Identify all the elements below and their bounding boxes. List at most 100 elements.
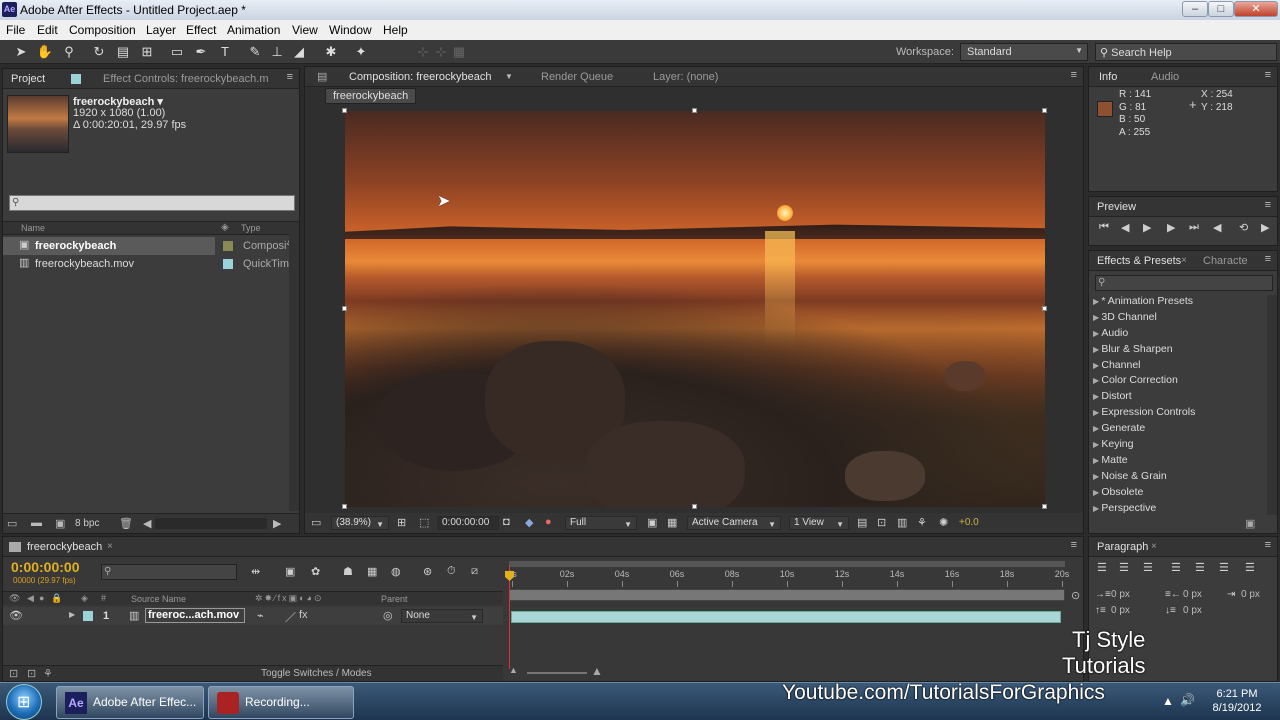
- effect-switch-icon[interactable]: fx: [299, 609, 308, 621]
- play-icon[interactable]: ▶: [1143, 221, 1151, 234]
- workspace-select[interactable]: Standard ▼: [960, 43, 1088, 61]
- view-layout-dropdown[interactable]: 1 View ▼: [789, 516, 849, 530]
- new-composition-icon[interactable]: ▣: [55, 517, 65, 530]
- scroll-right-icon[interactable]: ▶: [273, 517, 281, 530]
- panel-menu-icon[interactable]: ≡: [1265, 253, 1271, 265]
- align-left-icon[interactable]: ☰: [1097, 561, 1107, 574]
- menu-layer[interactable]: Layer: [146, 23, 176, 37]
- camera-dropdown[interactable]: Active Camera ▼: [687, 516, 781, 530]
- current-time-display[interactable]: 0:00:00:00: [437, 516, 499, 530]
- scroll-left-icon[interactable]: ◀: [143, 517, 151, 530]
- zoom-slider[interactable]: ▲ ▲: [509, 664, 609, 679]
- panel-menu-icon[interactable]: ≡: [287, 71, 293, 83]
- effect-category-item[interactable]: ▶ * Animation Presets: [1093, 295, 1265, 311]
- panel-menu-icon[interactable]: ≡: [1265, 199, 1271, 211]
- draft-3d-icon[interactable]: ✿: [311, 565, 320, 578]
- tab-project[interactable]: Project: [11, 73, 45, 85]
- tab-render-queue[interactable]: Render Queue: [541, 71, 613, 83]
- tab-preview[interactable]: Preview: [1097, 201, 1136, 213]
- menu-edit[interactable]: Edit: [37, 23, 58, 37]
- effect-category-item[interactable]: ▶ Color Correction: [1093, 374, 1265, 390]
- timeline-current-time[interactable]: 0:00:00:00: [11, 559, 80, 575]
- tab-paragraph[interactable]: Paragraph: [1097, 541, 1148, 553]
- effect-category-item[interactable]: ▶ Obsolete: [1093, 486, 1265, 502]
- camera-snapshot-icon[interactable]: ◘: [503, 516, 510, 528]
- pan-behind-tool-icon[interactable]: ⊞: [138, 43, 156, 61]
- effect-category-item[interactable]: ▶ Distort: [1093, 390, 1265, 406]
- quality-switch-icon[interactable]: ／: [285, 609, 296, 625]
- timeline-search-input[interactable]: ⚲: [101, 564, 237, 580]
- motion-blur-icon[interactable]: ◍: [391, 565, 401, 578]
- comp-button-icon[interactable]: ⊙: [1071, 589, 1080, 602]
- resolution-dropdown[interactable]: Full ▼: [565, 516, 637, 530]
- live-update-icon[interactable]: ▣: [285, 565, 295, 578]
- justify-all-icon[interactable]: ☰: [1245, 561, 1255, 574]
- selection-tool-icon[interactable]: ➤: [12, 43, 30, 61]
- menu-composition[interactable]: Composition: [69, 23, 136, 37]
- horizontal-scrollbar[interactable]: [155, 518, 267, 529]
- menu-help[interactable]: Help: [383, 23, 408, 37]
- previous-frame-icon[interactable]: ◀: [1121, 221, 1129, 234]
- axis-world-icon[interactable]: ⊹: [432, 43, 450, 61]
- puppet-pin-tool-icon[interactable]: ✦: [352, 43, 370, 61]
- axis-view-icon[interactable]: ▦: [450, 43, 468, 61]
- tab-effects-presets[interactable]: Effects & Presets: [1097, 255, 1181, 267]
- menu-file[interactable]: File: [6, 23, 25, 37]
- composition-viewer-image[interactable]: [345, 111, 1045, 507]
- project-search-input[interactable]: ⚲: [9, 195, 295, 211]
- shy-switch-icon[interactable]: ⌁: [257, 609, 264, 622]
- label-color-swatch[interactable]: [83, 611, 93, 621]
- audio-icon[interactable]: ◀: [1213, 221, 1221, 234]
- close-window-button[interactable]: ✕: [1234, 1, 1278, 17]
- close-tab-icon[interactable]: ×: [1181, 255, 1187, 266]
- reset-exposure-icon[interactable]: ✺: [939, 516, 948, 529]
- bit-depth-button[interactable]: 8 bpc: [75, 518, 99, 529]
- eraser-tool-icon[interactable]: ◢: [290, 43, 308, 61]
- expand-panes-icon[interactable]: ⊡: [9, 667, 18, 680]
- source-name-column[interactable]: Source Name: [131, 594, 186, 604]
- pick-whip-icon[interactable]: ◎: [383, 609, 393, 622]
- label-color-swatch[interactable]: [223, 241, 233, 251]
- toggle-pixel-aspect-icon[interactable]: ▤: [857, 516, 867, 529]
- justify-last-right-icon[interactable]: ☰: [1219, 561, 1229, 574]
- transform-handle[interactable]: [342, 306, 347, 311]
- system-clock[interactable]: 6:21 PM 8/19/2012: [1204, 687, 1270, 715]
- exposure-value[interactable]: +0.0: [959, 517, 979, 528]
- effect-category-item[interactable]: ▶ Expression Controls: [1093, 406, 1265, 422]
- project-item-row[interactable]: ▣ freerockybeach: [3, 237, 215, 255]
- effect-category-item[interactable]: ▶ Noise & Grain: [1093, 470, 1265, 486]
- loop-icon[interactable]: ⟲: [1239, 221, 1248, 234]
- transparency-grid-icon[interactable]: ▦: [667, 516, 677, 529]
- expand-switches-icon[interactable]: ⊡: [27, 667, 36, 680]
- eye-icon[interactable]: 👁: [9, 609, 23, 622]
- pen-tool-icon[interactable]: ✒: [192, 43, 210, 61]
- tab-character[interactable]: Characte: [1203, 255, 1248, 267]
- layer-duration-bar[interactable]: [511, 611, 1061, 623]
- region-of-interest-icon[interactable]: ▣: [647, 516, 657, 529]
- safe-margins-icon[interactable]: ⊞: [397, 516, 406, 529]
- close-tab-icon[interactable]: ×: [107, 541, 113, 552]
- always-preview-icon[interactable]: ▭: [311, 516, 321, 529]
- roto-brush-tool-icon[interactable]: ✱: [322, 43, 340, 61]
- justify-last-left-icon[interactable]: ☰: [1171, 561, 1181, 574]
- indent-right-value[interactable]: 0 px: [1183, 589, 1202, 600]
- taskbar-recording[interactable]: Recording...: [208, 686, 354, 719]
- timeline-layer-row[interactable]: 👁 ▶ 1 ▥ freeroc...ach.mov ⌁ ／ fx ◎ None ▼: [3, 607, 503, 625]
- hand-tool-icon[interactable]: ✋: [36, 43, 54, 61]
- effect-category-item[interactable]: ▶ Channel: [1093, 359, 1265, 375]
- effect-category-item[interactable]: ▶ Matte: [1093, 454, 1265, 470]
- menu-window[interactable]: Window: [329, 23, 372, 37]
- panel-menu-icon[interactable]: ≡: [1265, 69, 1271, 81]
- clone-stamp-tool-icon[interactable]: ⊥: [268, 43, 286, 61]
- space-before-value[interactable]: 0 px: [1111, 605, 1130, 616]
- brush-tool-icon[interactable]: ✎: [246, 43, 264, 61]
- tab-info[interactable]: Info: [1099, 71, 1117, 83]
- align-right-icon[interactable]: ☰: [1143, 561, 1153, 574]
- trash-icon[interactable]: 🗑: [119, 517, 133, 530]
- channel-rgb-icon[interactable]: ●: [545, 516, 552, 528]
- expand-in-out-icon[interactable]: ⚘: [43, 667, 53, 680]
- zoom-slider-track[interactable]: [527, 672, 587, 674]
- menu-animation[interactable]: Animation: [227, 23, 280, 37]
- composition-breadcrumb[interactable]: freerockybeach: [325, 88, 417, 104]
- transform-handle[interactable]: [342, 108, 347, 113]
